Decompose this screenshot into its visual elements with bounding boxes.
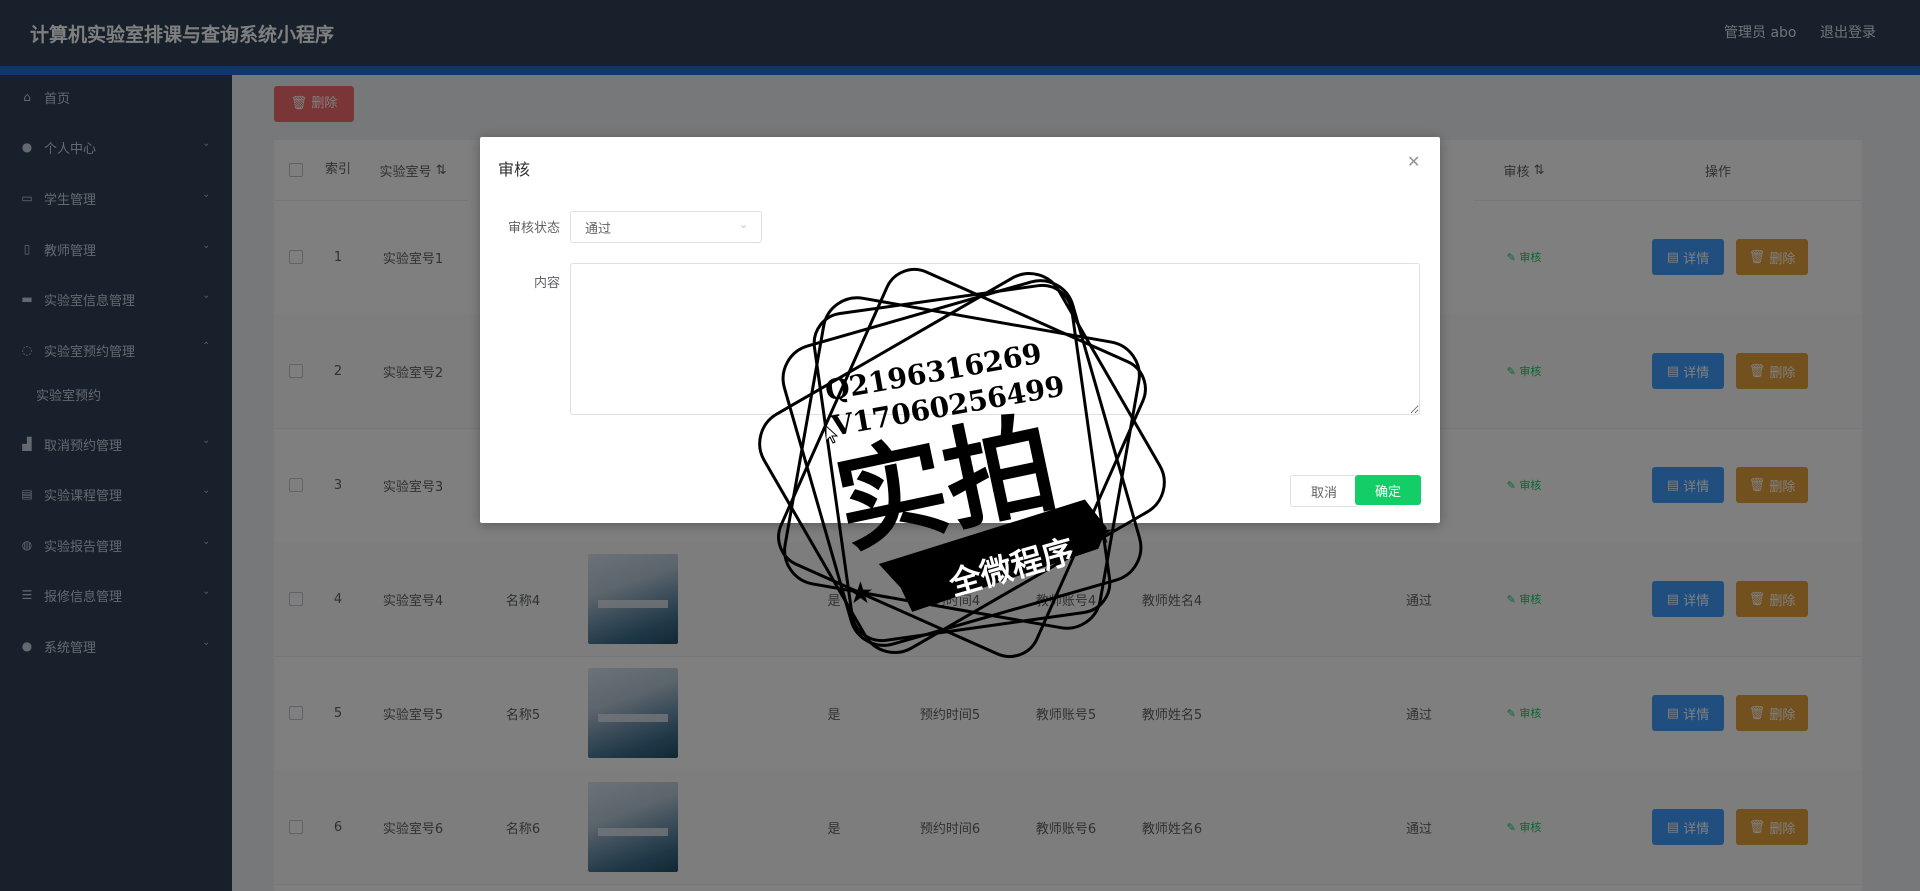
cursor-icon xyxy=(826,426,838,444)
content-label: 内容 xyxy=(533,276,560,291)
close-icon[interactable]: ✕ xyxy=(1407,152,1420,171)
star-icon: ★ xyxy=(847,576,874,611)
confirm-button[interactable]: 确定 xyxy=(1355,475,1421,505)
dialog-title: 审核 xyxy=(498,160,531,179)
audit-status-select[interactable]: 通过 ⌄ xyxy=(570,211,762,243)
chevron-down-icon: ⌄ xyxy=(739,218,749,231)
audit-status-label: 审核状态 xyxy=(507,221,560,236)
cancel-button[interactable]: 取消 xyxy=(1290,475,1358,507)
star-icon: ★ xyxy=(1087,516,1114,551)
watermark-stamp: Q2196316269 V17060256499 实拍 全微程序 ★ ★ xyxy=(758,267,1166,659)
audit-status-value: 通过 xyxy=(585,222,612,237)
